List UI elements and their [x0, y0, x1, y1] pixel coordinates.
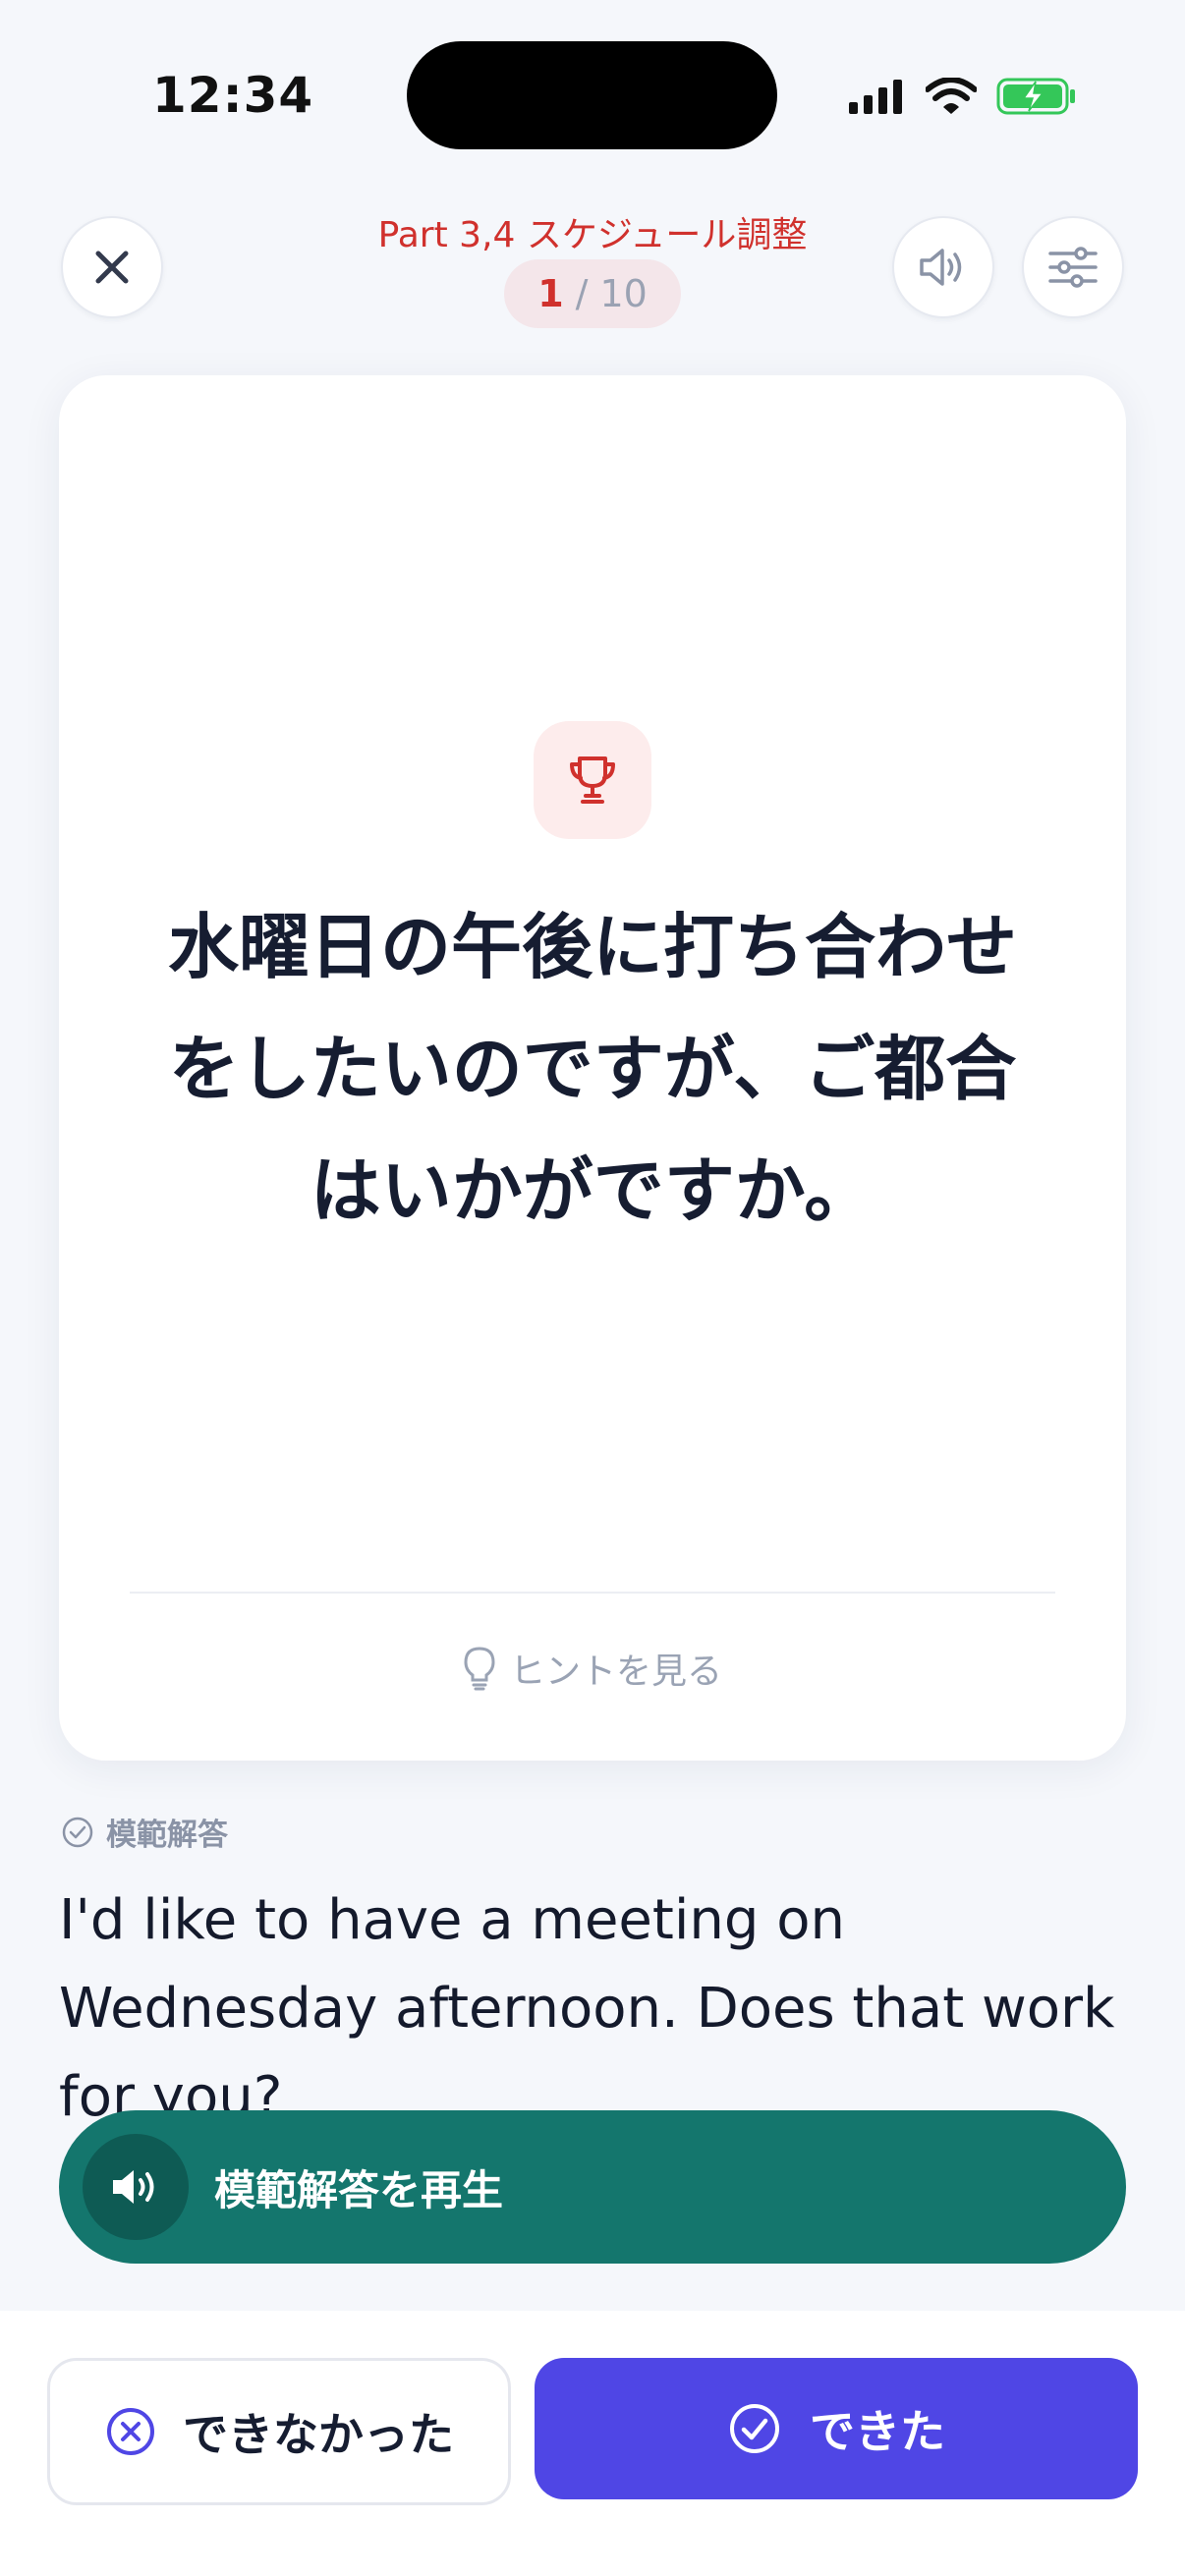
sound-toggle-button[interactable] [892, 216, 994, 318]
speaker-icon [920, 249, 962, 286]
battery-charging-icon [996, 78, 1075, 115]
lightbulb-icon [464, 1647, 495, 1691]
check-circle-icon [62, 1817, 93, 1847]
close-icon [95, 251, 129, 284]
status-icons [847, 75, 1077, 118]
prompt-text: 水曜日の午後に打ち合わせをしたいのですが、ご都合はいかがですか。 [167, 906, 1017, 1232]
deck-title: Part 3,4 スケジュール調整 [377, 215, 808, 255]
speaker-wave-icon [113, 2170, 154, 2204]
play-model-answer-button[interactable]: 模範解答を再生 [59, 2110, 1126, 2264]
model-answer-title: 模範解答 [106, 1818, 228, 1853]
wifi-icon [926, 78, 977, 114]
progress-total: 10 [599, 272, 648, 315]
progress-indicator: 1 / 10 [504, 259, 681, 328]
progress-current: 1 [537, 272, 564, 315]
status-bar: 12:34 [0, 0, 1185, 187]
play-icon-circle [83, 2134, 189, 2240]
could-do-label: できた [810, 2405, 945, 2458]
could-not-label: できなかった [183, 2408, 454, 2461]
flashcard-screen: 12:34 Part 3,4 スケジュール調整 1 / 10 水曜日の午後に打ち… [0, 0, 1185, 2576]
flashcard: 水曜日の午後に打ち合わせをしたいのですが、ご都合はいかがですか。 ヒントを見る [59, 375, 1126, 1761]
model-answer-text: I'd like to have a meeting on Wednesday … [59, 1888, 1115, 2129]
trophy-badge [534, 721, 651, 839]
close-button[interactable] [61, 216, 163, 318]
could-do-button[interactable]: できた [535, 2358, 1138, 2499]
trophy-icon [570, 756, 615, 804]
check-circle-icon [730, 2404, 779, 2453]
play-model-answer-label: 模範解答を再生 [214, 2165, 504, 2214]
status-time: 12:34 [152, 67, 314, 124]
model-answer-label: 模範解答 [61, 1810, 228, 1854]
dynamic-island [407, 41, 777, 149]
x-circle-icon [107, 2408, 154, 2455]
cellular-signal-icon [849, 80, 902, 114]
settings-button[interactable] [1022, 216, 1124, 318]
sliders-icon [1048, 247, 1098, 288]
hint-label: ヒントを見る [509, 1652, 722, 1692]
could-not-button[interactable]: できなかった [47, 2358, 511, 2505]
progress-separator: / [575, 272, 589, 315]
card-divider [130, 1592, 1055, 1594]
show-hint-button[interactable]: ヒントを見る [59, 1643, 1126, 1694]
bottom-action-bar: できなかった できた [0, 2311, 1185, 2576]
